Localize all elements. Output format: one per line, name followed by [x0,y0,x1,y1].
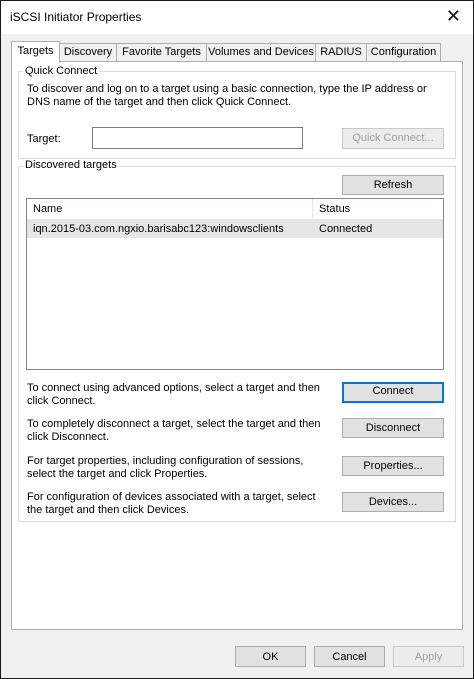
quick-connect-button[interactable]: Quick Connect... [342,128,444,149]
table-row[interactable]: iqn.2015-03.com.ngxio.barisabc123:window… [27,220,443,238]
target-input[interactable] [92,127,303,149]
target-name-cell: iqn.2015-03.com.ngxio.barisabc123:window… [33,223,284,235]
targets-list[interactable]: Name Status iqn.2015-03.com.ngxio.barisa… [26,198,444,370]
connect-hint: To connect using advanced options, selec… [27,382,320,407]
column-header-name[interactable]: Name [27,199,313,219]
apply-button[interactable]: Apply [393,646,464,667]
properties-hint: For target properties, including configu… [27,455,304,480]
tab-favorite-targets[interactable]: Favorite Targets [116,43,207,61]
close-icon[interactable]: ✕ [446,5,461,27]
targets-tab-panel: Quick Connect To discover and log on to … [11,61,463,630]
properties-button[interactable]: Properties... [342,456,444,476]
tab-radius[interactable]: RADIUS [315,43,367,61]
tab-volumes-and-devices[interactable]: Volumes and Devices [206,43,316,61]
ok-button[interactable]: OK [235,646,306,667]
tab-discovery[interactable]: Discovery [59,43,117,61]
tab-configuration[interactable]: Configuration [366,43,441,61]
discovered-targets-legend: Discovered targets [23,159,119,171]
target-label: Target: [27,133,61,145]
disconnect-hint: To completely disconnect a target, selec… [27,418,321,443]
cancel-button[interactable]: Cancel [314,646,385,667]
refresh-button[interactable]: Refresh [342,175,444,195]
disconnect-button[interactable]: Disconnect [342,418,444,438]
title-bar: iSCSI Initiator Properties ✕ [1,1,473,34]
devices-button[interactable]: Devices... [342,492,444,512]
tab-targets[interactable]: Targets [11,41,60,63]
window-title: iSCSI Initiator Properties [10,10,142,24]
quick-connect-legend: Quick Connect [23,65,100,77]
iscsi-properties-window: iSCSI Initiator Properties ✕ Targets Dis… [0,0,474,679]
column-header-status[interactable]: Status [313,199,443,219]
connect-button[interactable]: Connect [342,382,444,403]
target-status-cell: Connected [319,223,373,235]
quick-connect-description: To discover and log on to a target using… [27,83,427,108]
list-header: Name Status [27,199,443,220]
devices-hint: For configuration of devices associated … [27,491,316,516]
